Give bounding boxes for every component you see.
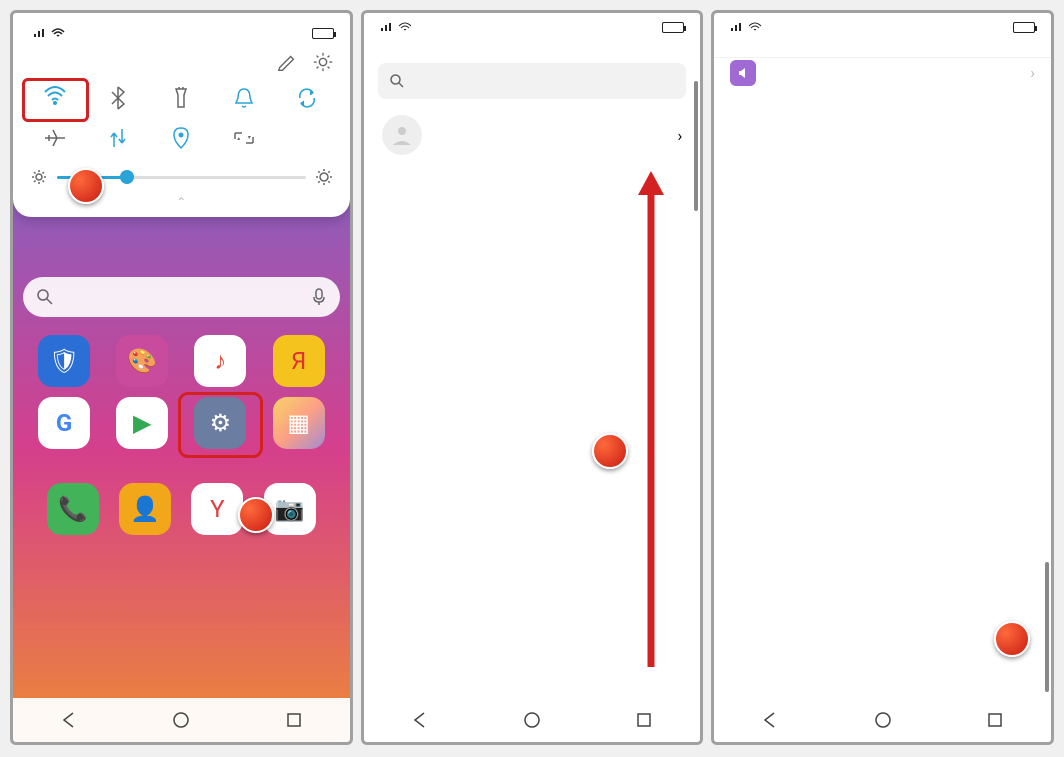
signal-icon — [380, 22, 394, 32]
status-bar — [25, 19, 338, 47]
settings-list — [714, 95, 1051, 698]
nav-back-icon[interactable] — [411, 711, 429, 729]
app-yandex[interactable]: Я — [262, 335, 336, 391]
battery-icon — [662, 22, 684, 33]
phone-1: ⌃ 🛡 🎨 ♪ Я G ▶ ⚙ ▦ 📞 👤 Y — [10, 10, 353, 745]
location-icon — [172, 126, 190, 150]
wifi-icon — [43, 85, 67, 105]
nav-home-icon[interactable] — [874, 711, 892, 729]
step-marker-3 — [592, 433, 628, 469]
avatar-icon — [382, 115, 422, 155]
qs-tile-location[interactable] — [151, 121, 212, 159]
dock-contacts[interactable]: 👤 — [119, 483, 171, 535]
wifi-status-icon — [748, 22, 762, 33]
screenshot-icon — [233, 128, 255, 148]
app-music[interactable]: ♪ — [183, 335, 257, 391]
qs-tile-wifi[interactable] — [22, 78, 89, 122]
flashlight-icon — [173, 86, 189, 110]
app-play-market[interactable]: ▶ — [105, 397, 179, 453]
gear-icon[interactable] — [312, 51, 334, 73]
dock: 📞 👤 Y 📷 — [13, 453, 350, 539]
app-grid: 🛡 🎨 ♪ Я G ▶ ⚙ ▦ — [13, 335, 350, 453]
search-icon — [37, 289, 53, 305]
signal-icon — [33, 28, 47, 38]
battery-icon — [1013, 22, 1035, 33]
dock-browser[interactable]: Y — [191, 483, 243, 535]
nav-recents-icon[interactable] — [285, 711, 303, 729]
home-search[interactable] — [23, 277, 340, 317]
nav-back-icon[interactable] — [60, 711, 78, 729]
phone-2: › — [361, 10, 704, 745]
qs-tile-bluetooth[interactable] — [88, 81, 149, 119]
qs-tile-data[interactable] — [88, 121, 149, 159]
chevron-right-icon: › — [1030, 63, 1035, 82]
app-gallery[interactable]: ▦ — [262, 397, 336, 453]
airplane-icon — [43, 128, 67, 148]
nav-recents-icon[interactable] — [986, 711, 1004, 729]
scrollbar[interactable] — [1043, 73, 1051, 698]
scroll-arrow-annotation — [636, 167, 696, 687]
step-marker-2 — [238, 497, 274, 533]
battery-icon — [312, 28, 334, 39]
status-bar — [714, 13, 1051, 41]
brightness-low-icon — [31, 169, 47, 185]
autorotate-icon — [296, 87, 318, 109]
qs-tile-autorotate[interactable] — [277, 81, 338, 119]
phone-3: › — [711, 10, 1054, 745]
quick-settings-panel: ⌃ — [13, 13, 350, 217]
nav-bar — [364, 698, 701, 742]
settings-item-partial[interactable]: › — [714, 57, 1051, 95]
nav-home-icon[interactable] — [523, 711, 541, 729]
status-bar — [364, 13, 701, 41]
signal-icon — [730, 22, 744, 32]
qs-tile-flashlight[interactable] — [151, 81, 212, 119]
app-themes[interactable]: 🎨 — [105, 335, 179, 391]
brightness-high-icon — [316, 169, 332, 185]
mic-icon[interactable] — [312, 288, 326, 306]
search-icon — [390, 74, 404, 88]
dock-phone[interactable]: 📞 — [47, 483, 99, 535]
nav-back-icon[interactable] — [761, 711, 779, 729]
qs-tile-airplane[interactable] — [25, 121, 86, 159]
app-google[interactable]: G — [27, 397, 101, 453]
chevron-right-icon: › — [678, 126, 683, 145]
app-settings[interactable]: ⚙ — [178, 392, 262, 458]
wifi-status-icon — [398, 22, 412, 33]
sound-icon — [730, 60, 756, 86]
step-marker-1 — [68, 168, 104, 204]
page-title — [364, 41, 701, 63]
wifi-status-icon — [51, 28, 65, 39]
nav-bar — [714, 698, 1051, 742]
qs-tile-sound[interactable] — [214, 81, 275, 119]
data-icon — [109, 127, 127, 149]
bluetooth-icon — [111, 86, 125, 110]
nav-home-icon[interactable] — [172, 711, 190, 729]
edit-icon[interactable] — [276, 51, 298, 73]
qs-tile-screenshot[interactable] — [214, 121, 275, 159]
account-row[interactable]: › — [364, 105, 701, 169]
settings-search[interactable] — [378, 63, 687, 99]
nav-recents-icon[interactable] — [635, 711, 653, 729]
bell-icon — [234, 86, 254, 110]
app-phone-manager[interactable]: 🛡 — [27, 335, 101, 391]
nav-bar — [13, 698, 350, 742]
